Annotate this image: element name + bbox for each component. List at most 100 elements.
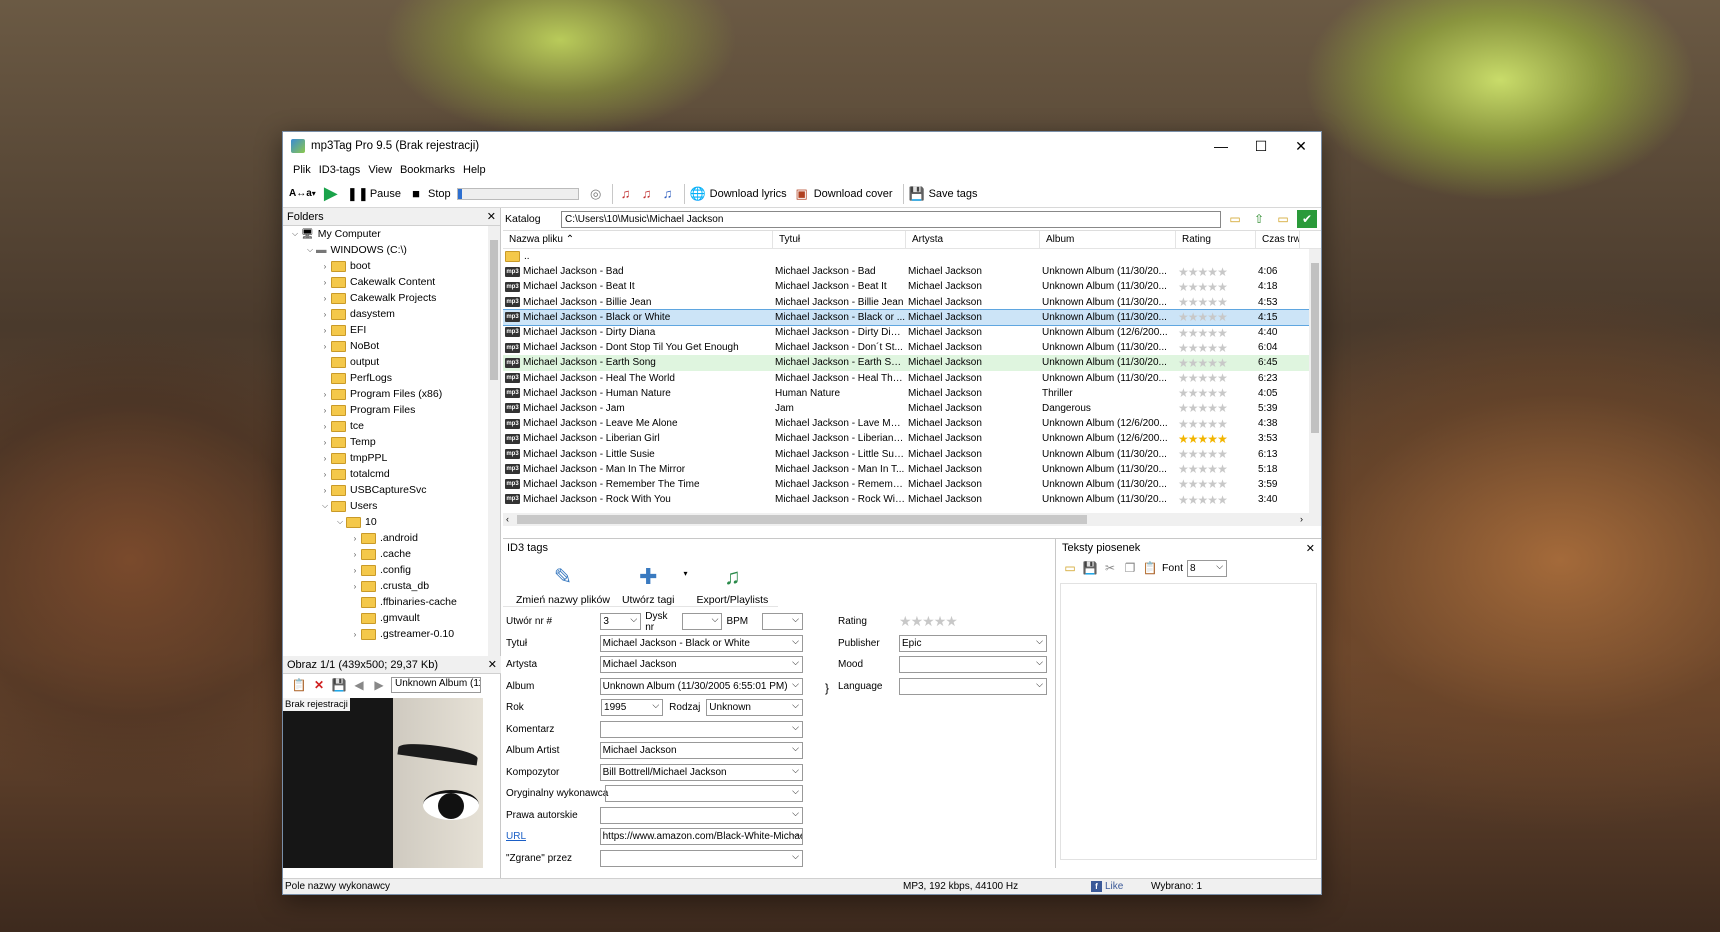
folder-tree-item[interactable]: › .gstreamer-0.10	[283, 626, 500, 642]
composer-field[interactable]: Bill Bottrell/Michael Jackson	[599, 763, 803, 781]
rating-stars[interactable]: ★★★★★	[1176, 295, 1256, 309]
star-icon[interactable]: ★	[1207, 493, 1218, 507]
star-icon[interactable]: ★	[1188, 462, 1199, 476]
star-icon[interactable]: ★	[1188, 371, 1199, 385]
expand-chevron-icon[interactable]: ›	[319, 406, 331, 415]
star-icon[interactable]: ★	[1188, 341, 1199, 355]
file-list-hscrollbar[interactable]: ‹ ›	[503, 513, 1321, 526]
star-icon[interactable]: ★	[1198, 341, 1209, 355]
expand-chevron-icon[interactable]: ›	[319, 342, 331, 351]
copyright-field[interactable]	[599, 806, 803, 824]
file-row[interactable]: mp3 Michael Jackson - Heal The World Micha…	[503, 371, 1321, 386]
rating-stars[interactable]: ★★★★★	[1176, 477, 1256, 491]
rating-stars[interactable]: ★★★★★	[1176, 386, 1256, 400]
folder-tree-item[interactable]: › .config	[283, 562, 500, 578]
star-icon[interactable]: ★	[1198, 310, 1209, 324]
column-artist[interactable]: Artysta	[906, 231, 1040, 249]
star-icon[interactable]: ★	[1207, 462, 1218, 476]
font-size-select[interactable]: 8	[1187, 559, 1228, 577]
rating-stars[interactable]: ★★★★★	[1176, 326, 1256, 340]
star-icon[interactable]: ★	[911, 613, 924, 629]
open-folder-icon[interactable]: ▭	[1062, 561, 1078, 575]
star-icon[interactable]: ★	[1178, 265, 1189, 279]
ripped-by-field[interactable]	[599, 849, 803, 867]
star-icon[interactable]: ★	[1207, 280, 1218, 294]
star-icon[interactable]: ★	[1188, 265, 1199, 279]
star-icon[interactable]: ★	[945, 613, 958, 629]
file-row[interactable]: mp3 Michael Jackson - Black or White Micha…	[503, 308, 1321, 326]
file-row[interactable]: mp3 Michael Jackson - Human Nature Human N…	[503, 386, 1321, 401]
star-icon[interactable]: ★	[1188, 295, 1199, 309]
star-icon[interactable]: ★	[1198, 326, 1209, 340]
star-icon[interactable]: ★	[1207, 401, 1218, 415]
column-title[interactable]: Tytuł	[773, 231, 906, 249]
music-tag-icon[interactable]: ♫	[617, 185, 635, 203]
star-icon[interactable]: ★	[1217, 493, 1228, 507]
album-field[interactable]: Unknown Album (11/30/2005 6:55:01 PM)	[599, 677, 803, 695]
star-icon[interactable]: ★	[1217, 477, 1228, 491]
star-icon[interactable]: ★	[1178, 280, 1189, 294]
folders-close-icon[interactable]: ✕	[487, 210, 496, 223]
expand-chevron-icon[interactable]: ›	[319, 294, 331, 303]
file-row[interactable]: mp3 Michael Jackson - Bad Michael Jackson …	[503, 264, 1321, 279]
create-tags-button[interactable]: ✚ Utwórz tagi	[619, 562, 678, 606]
directory-path-input[interactable]: C:\Users\10\Music\Michael Jackson	[561, 210, 1221, 228]
folder-tree-item[interactable]: .gmvault	[283, 610, 500, 626]
star-icon[interactable]: ★	[1198, 432, 1209, 446]
original-artist-field[interactable]	[605, 785, 803, 803]
star-icon[interactable]: ★	[1217, 295, 1228, 309]
browse-folder-icon[interactable]: ▭	[1225, 210, 1245, 228]
menu-help[interactable]: Help	[463, 164, 486, 176]
star-icon[interactable]: ★	[1178, 295, 1189, 309]
expand-chevron-icon[interactable]: ›	[319, 326, 331, 335]
url-link[interactable]: URL	[503, 831, 600, 842]
title-bar[interactable]: mp3Tag Pro 9.5 (Brak rejestracji) — ☐ ✕	[283, 132, 1321, 160]
publisher-field[interactable]: Epic	[899, 634, 1047, 652]
star-icon[interactable]: ★	[1178, 401, 1189, 415]
file-row[interactable]: mp3 Michael Jackson - Jam Jam Michael Jacks…	[503, 401, 1321, 416]
folder-open-icon[interactable]: ▭	[1273, 210, 1293, 228]
expand-chevron-icon[interactable]: ›	[349, 550, 361, 559]
rating-stars[interactable]: ★★★★★	[1176, 341, 1256, 355]
save-lyrics-icon[interactable]: 💾	[1082, 561, 1098, 575]
column-rating[interactable]: Rating	[1176, 231, 1256, 249]
star-icon[interactable]: ★	[1198, 280, 1209, 294]
menu-bookmarks[interactable]: Bookmarks	[400, 164, 455, 176]
folder-tree-item[interactable]: › EFI	[283, 322, 500, 338]
parent-folder-row[interactable]: ..	[503, 249, 1321, 264]
star-icon[interactable]: ★	[1178, 447, 1189, 461]
star-icon[interactable]: ★	[1178, 310, 1189, 324]
star-icon[interactable]: ★	[1188, 432, 1199, 446]
rating-stars[interactable]: ★★★★★	[1176, 432, 1256, 446]
image-album-field[interactable]: Unknown Album (11	[391, 677, 481, 693]
star-icon[interactable]: ★	[1217, 432, 1228, 446]
folder-tree-item[interactable]: › boot	[283, 258, 500, 274]
genre-field[interactable]: Unknown	[706, 699, 803, 717]
file-row[interactable]: mp3 Michael Jackson - Earth Song Michael J…	[503, 355, 1321, 371]
star-icon[interactable]: ★	[1207, 295, 1218, 309]
star-icon[interactable]: ★	[1188, 280, 1199, 294]
language-field[interactable]	[899, 677, 1047, 695]
star-icon[interactable]: ★	[934, 613, 947, 629]
star-icon[interactable]: ★	[1198, 356, 1209, 370]
star-icon[interactable]: ★	[1178, 417, 1189, 431]
star-icon[interactable]: ★	[1217, 401, 1228, 415]
clipboard-icon[interactable]: 📋	[291, 677, 307, 693]
star-icon[interactable]: ★	[1217, 447, 1228, 461]
folder-tree-item[interactable]: › NoBot	[283, 338, 500, 354]
star-icon[interactable]: ★	[1188, 326, 1199, 340]
expand-chevron-icon[interactable]: ›	[319, 310, 331, 319]
folder-up-icon[interactable]: ⇧	[1249, 210, 1269, 228]
star-icon[interactable]: ★	[1188, 493, 1199, 507]
star-icon[interactable]: ★	[1207, 417, 1218, 431]
star-icon[interactable]: ★	[899, 613, 912, 629]
apply-check-icon[interactable]: ✔	[1297, 210, 1317, 228]
rename-files-button[interactable]: ✎ Zmień nazwy plików	[513, 562, 613, 606]
play-button[interactable]: ▶	[322, 183, 343, 203]
case-button[interactable]: A↔a ▾	[289, 188, 316, 199]
star-icon[interactable]: ★	[1217, 371, 1228, 385]
title-field[interactable]: Michael Jackson - Black or White	[599, 634, 803, 652]
folder-tree-item[interactable]: ⌵ ▬ WINDOWS (C:\)	[283, 242, 500, 258]
star-icon[interactable]: ★	[1198, 477, 1209, 491]
star-icon[interactable]: ★	[1207, 310, 1218, 324]
